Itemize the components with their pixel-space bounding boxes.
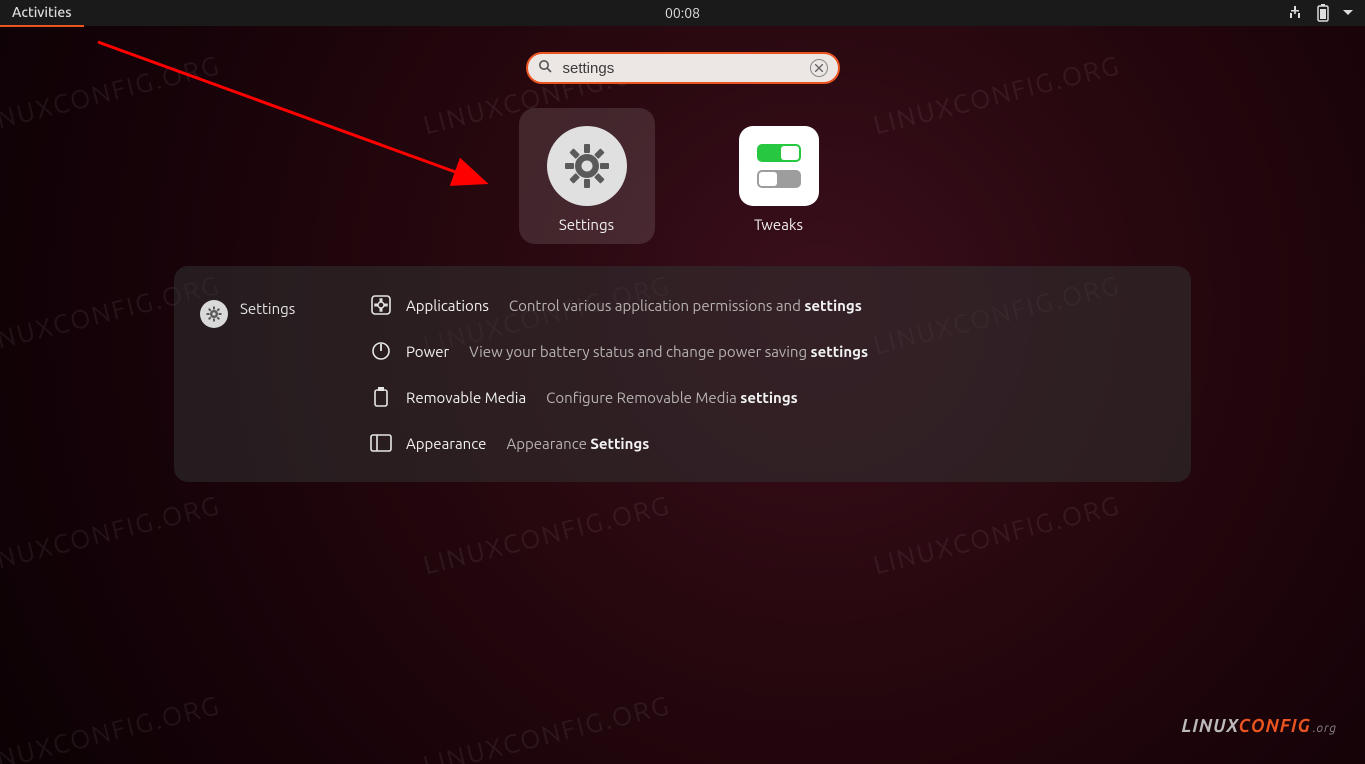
watermark-text: LINUXCONFIG.ORG <box>420 490 673 579</box>
result-item-title: Applications <box>406 297 489 314</box>
clear-search-button[interactable] <box>810 59 828 77</box>
annotation-arrow <box>88 34 508 214</box>
result-item-desc: Configure Removable Media settings <box>546 389 798 406</box>
settings-result-items: Applications Control various application… <box>370 294 1155 454</box>
app-tile-tweaks[interactable]: Tweaks <box>711 108 847 244</box>
system-tray[interactable] <box>1287 4 1365 22</box>
app-tile-settings[interactable]: Settings <box>519 108 655 244</box>
close-icon <box>815 64 823 72</box>
result-item-title: Appearance <box>406 435 486 452</box>
gear-icon <box>200 300 228 328</box>
settings-results-panel: Settings Applications Control various ap… <box>174 266 1191 482</box>
activities-button[interactable]: Activities <box>0 0 84 27</box>
chevron-down-icon <box>1343 10 1353 16</box>
provider-label: Settings <box>240 300 295 317</box>
gear-icon <box>559 138 615 194</box>
app-tile-label: Tweaks <box>754 216 803 233</box>
result-item-appearance[interactable]: Appearance Appearance Settings <box>370 432 1155 454</box>
watermark-text: LINUXCONFIG.ORG <box>0 50 223 139</box>
watermark-text: LINUXCONFIG.ORG <box>0 690 223 764</box>
result-item-desc: Control various application permissions … <box>509 297 862 314</box>
battery-icon <box>1317 4 1329 22</box>
result-item-power[interactable]: Power View your battery status and chang… <box>370 340 1155 362</box>
result-item-applications[interactable]: Applications Control various application… <box>370 294 1155 316</box>
settings-app-icon <box>543 122 631 210</box>
search-icon <box>538 59 553 78</box>
site-logo-watermark: LINUXCONFIG.org <box>1181 716 1337 736</box>
result-item-desc: Appearance Settings <box>506 435 649 452</box>
top-bar: Activities 00:08 <box>0 0 1365 26</box>
toggle-on-icon <box>757 144 801 162</box>
result-item-removable-media[interactable]: Removable Media Configure Removable Medi… <box>370 386 1155 408</box>
removable-media-icon <box>370 386 392 408</box>
search-input[interactable] <box>561 59 802 78</box>
result-item-desc: View your battery status and change powe… <box>469 343 868 360</box>
power-icon <box>370 340 392 362</box>
watermark-text: LINUXCONFIG.ORG <box>420 690 673 764</box>
appearance-icon <box>370 432 392 454</box>
search-field[interactable] <box>526 52 840 84</box>
watermark-text: LINUXCONFIG.ORG <box>870 490 1123 579</box>
app-results-row: Settings Tweaks <box>519 108 847 244</box>
watermark-text: LINUXCONFIG.ORG <box>870 50 1123 139</box>
watermark-text: LINUXCONFIG.ORG <box>0 490 223 579</box>
network-icon <box>1287 6 1303 20</box>
applications-icon <box>370 294 392 316</box>
app-tile-label: Settings <box>559 216 614 233</box>
result-provider[interactable]: Settings <box>200 294 370 454</box>
tweaks-app-icon <box>735 122 823 210</box>
clock[interactable]: 00:08 <box>665 5 700 21</box>
toggle-off-icon <box>757 170 801 188</box>
result-item-title: Power <box>406 343 449 360</box>
activities-label: Activities <box>12 4 72 20</box>
result-item-title: Removable Media <box>406 389 526 406</box>
